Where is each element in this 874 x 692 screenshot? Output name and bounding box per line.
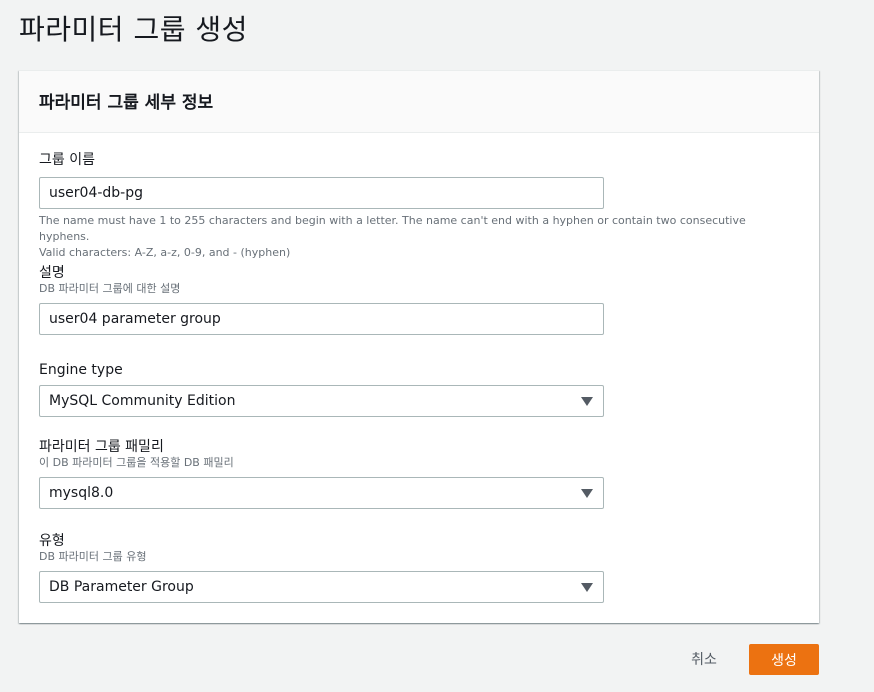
family-value: mysql8.0 [49, 485, 114, 501]
group-name-field: 그룹 이름 user04-db-pg The name must have 1 … [39, 151, 799, 261]
group-name-input[interactable]: user04-db-pg [39, 177, 604, 209]
caret-down-icon [581, 583, 593, 592]
description-field: 설명 DB 파라미터 그룹에 대한 설명 user04 parameter gr… [39, 264, 604, 335]
description-hint: DB 파라미터 그룹에 대한 설명 [39, 282, 181, 295]
type-hint: DB 파라미터 그룹 유형 [39, 550, 147, 563]
group-name-constraint-line2: Valid characters: A-Z, a-z, 0-9, and - (… [39, 246, 291, 259]
engine-type-label: Engine type [39, 362, 123, 378]
description-label: 설명 [39, 265, 65, 281]
description-input[interactable]: user04 parameter group [39, 303, 604, 335]
group-name-constraint-line1: The name must have 1 to 255 characters a… [39, 214, 746, 243]
create-button[interactable]: 생성 [749, 644, 819, 675]
group-name-constraint: The name must have 1 to 255 characters a… [39, 213, 799, 261]
panel-header: 파라미터 그룹 세부 정보 [19, 71, 819, 133]
type-select[interactable]: DB Parameter Group [39, 571, 604, 603]
caret-down-icon [581, 397, 593, 406]
engine-type-field: Engine type MySQL Community Edition [39, 361, 604, 417]
family-hint: 이 DB 파라미터 그룹을 적용할 DB 패밀리 [39, 456, 234, 469]
family-select[interactable]: mysql8.0 [39, 477, 604, 509]
cancel-button[interactable]: 취소 [676, 645, 732, 675]
parameter-group-details-panel: 파라미터 그룹 세부 정보 그룹 이름 user04-db-pg The nam… [19, 70, 819, 623]
family-field: 파라미터 그룹 패밀리 이 DB 파라미터 그룹을 적용할 DB 패밀리 mys… [39, 438, 604, 509]
type-value: DB Parameter Group [49, 579, 194, 595]
panel-title: 파라미터 그룹 세부 정보 [39, 93, 214, 113]
engine-type-value: MySQL Community Edition [49, 393, 236, 409]
type-field: 유형 DB 파라미터 그룹 유형 DB Parameter Group [39, 532, 604, 603]
type-label: 유형 [39, 533, 65, 549]
page-title: 파라미터 그룹 생성 [19, 13, 248, 46]
caret-down-icon [581, 489, 593, 498]
family-label: 파라미터 그룹 패밀리 [39, 439, 164, 455]
group-name-label: 그룹 이름 [39, 152, 95, 168]
engine-type-select[interactable]: MySQL Community Edition [39, 385, 604, 417]
